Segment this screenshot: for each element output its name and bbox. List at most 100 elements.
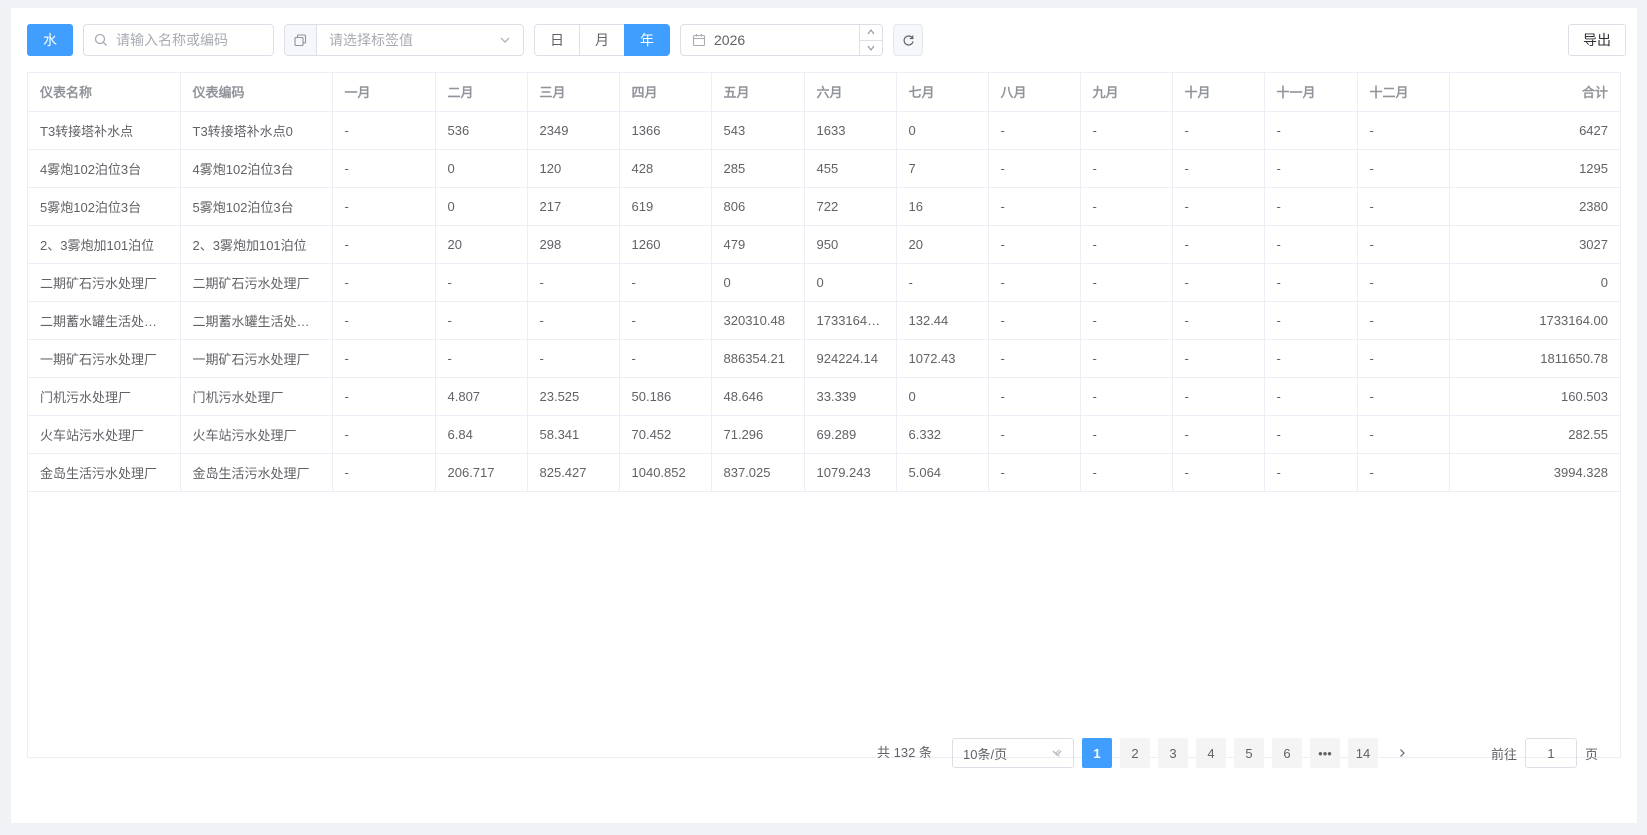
table-cell: - (1264, 149, 1358, 188)
year-increment-button[interactable] (860, 25, 882, 41)
table-row[interactable]: 4雾炮102泊位3台 4雾炮102泊位3台 -0 120 428 285 455 7- - - - -… (28, 149, 1620, 188)
table-cell: - (1357, 263, 1450, 302)
table-cell: 298 (527, 225, 620, 264)
table-cell: 0 (804, 263, 897, 302)
table-cell: 二期蓄水罐生活处理厂 (180, 301, 333, 340)
table-row[interactable]: 二期矿石污水处理厂 二期矿石污水处理厂 - - - -0 0- - - - - -0 (28, 263, 1620, 302)
table-cell: 320310.48 (711, 301, 805, 340)
type-water-button[interactable]: 水 (27, 24, 73, 56)
table-cell: - (988, 339, 1081, 378)
table-cell: - (332, 225, 436, 264)
table-cell: - (527, 301, 620, 340)
table-cell: - (1264, 263, 1358, 302)
table-cell: 132.44 (896, 301, 989, 340)
table-cell: - (1080, 415, 1173, 454)
table-row[interactable]: 一期矿石污水处理厂 一期矿石污水处理厂 - - - -886354.21 924224.14… (28, 339, 1620, 378)
column-header: 仪表名称 (28, 73, 181, 112)
table-cell: - (1080, 339, 1173, 378)
table-cell: 5雾炮102泊位3台 (28, 187, 181, 226)
tag-select[interactable]: 请选择标签值 (284, 24, 524, 56)
table-cell: 4雾炮102泊位3台 (28, 149, 181, 188)
table-cell: 886354.21 (711, 339, 805, 378)
table-row[interactable]: 火车站污水处理厂 火车站污水处理厂 -6.84 58.341 70.452 71.296 6… (28, 415, 1620, 454)
table-cell: - (1172, 263, 1265, 302)
more-pages-button[interactable]: ••• (1310, 738, 1340, 768)
period-year-button[interactable]: 年 (624, 24, 670, 56)
table-cell: 33.339 (804, 377, 897, 416)
table-cell: 1811650.78 (1449, 339, 1620, 378)
page-number-button[interactable]: 4 (1196, 738, 1226, 768)
table-cell: 金岛生活污水处理厂 (180, 453, 333, 492)
table-cell: - (1080, 187, 1173, 226)
table-cell: 1079.243 (804, 453, 897, 492)
table-cell: - (988, 111, 1081, 150)
column-header: 一月 (332, 73, 436, 112)
table-cell: 217 (527, 187, 620, 226)
table-cell: - (1357, 453, 1450, 492)
table-cell: 5雾炮102泊位3台 (180, 187, 333, 226)
table-cell: - (527, 263, 620, 302)
search-icon (94, 33, 107, 46)
page-number-button[interactable]: 5 (1234, 738, 1264, 768)
table-row[interactable]: 二期蓄水罐生活处理厂 二期蓄水罐生活处理厂 - - - -320310.48 1733164… (28, 301, 1620, 340)
table-cell: 二期蓄水罐生活处理厂 (28, 301, 181, 340)
table-row[interactable]: 金岛生活污水处理厂 金岛生活污水处理厂 -206.717 825.427 1040.85… (28, 453, 1620, 492)
period-month-button[interactable]: 月 (579, 24, 625, 56)
year-decrement-button[interactable] (860, 41, 882, 56)
table-cell: T3转接塔补水点 (28, 111, 181, 150)
table-cell: - (1080, 453, 1173, 492)
next-page-button[interactable] (1387, 738, 1417, 768)
page-number-button[interactable]: 1 (1082, 738, 1112, 768)
table-cell: 1733164.00 (1449, 301, 1620, 340)
copy-icon[interactable] (285, 25, 317, 55)
table-cell: 二期矿石污水处理厂 (180, 263, 333, 302)
export-button[interactable]: 导出 (1568, 24, 1626, 56)
pagination: 共 132 条 10条/页 1 2 3 4 5 6 ••• 14 前往 1 页 (11, 738, 1637, 768)
prev-page-button[interactable] (1043, 738, 1073, 768)
table-cell: 1040.852 (619, 453, 712, 492)
search-input[interactable]: 请输入名称或编码 (83, 24, 274, 56)
table-row[interactable]: 2、3雾炮加101泊位 2、3雾炮加101泊位 -20 298 1260 479 950 20… (28, 225, 1620, 264)
table-cell: 二期矿石污水处理厂 (28, 263, 181, 302)
table-cell: 50.186 (619, 377, 712, 416)
table-cell: 428 (619, 149, 712, 188)
refresh-button[interactable] (893, 24, 923, 56)
table-cell: 543 (711, 111, 805, 150)
goto-page-input[interactable]: 1 (1525, 738, 1578, 768)
table-cell: - (988, 187, 1081, 226)
table-cell: 一期矿石污水处理厂 (180, 339, 333, 378)
goto-page: 前往 1 页 (1491, 738, 1598, 768)
table-cell: 6.84 (435, 415, 528, 454)
table-cell: - (1264, 187, 1358, 226)
table-row[interactable]: 门机污水处理厂 门机污水处理厂 -4.807 23.525 50.186 48.646 33… (28, 377, 1620, 416)
table-cell: 5.064 (896, 453, 989, 492)
page-number-button[interactable]: 6 (1272, 738, 1302, 768)
table-cell: - (435, 301, 528, 340)
table-cell: 924224.14 (804, 339, 897, 378)
table-cell: 285 (711, 149, 805, 188)
page-number-button[interactable]: 2 (1120, 738, 1150, 768)
page-number-button[interactable]: 14 (1348, 738, 1378, 768)
column-header: 二月 (435, 73, 528, 112)
table-cell: - (619, 339, 712, 378)
table-cell: - (1080, 301, 1173, 340)
chevron-right-icon (1400, 749, 1405, 757)
table-cell: 16 (896, 187, 989, 226)
table-cell: - (1080, 263, 1173, 302)
table-cell: - (332, 415, 436, 454)
table-cell: - (988, 301, 1081, 340)
table-cell: 金岛生活污水处理厂 (28, 453, 181, 492)
table-cell: - (1264, 301, 1358, 340)
year-picker[interactable]: 2026 (680, 24, 883, 56)
page-number-button[interactable]: 3 (1158, 738, 1188, 768)
column-header: 十二月 (1357, 73, 1450, 112)
table-cell: - (988, 149, 1081, 188)
table-cell: - (1264, 339, 1358, 378)
period-day-button[interactable]: 日 (534, 24, 580, 56)
table-row[interactable]: 5雾炮102泊位3台 5雾炮102泊位3台 -0 217 619 806 722 16- - - -… (28, 187, 1620, 226)
table-cell: - (332, 453, 436, 492)
table-row[interactable]: T3转接塔补水点 T3转接塔补水点0-536 2349 1366 543 1633 0- - -… (28, 111, 1620, 150)
table-cell: 70.452 (619, 415, 712, 454)
table-cell: 2、3雾炮加101泊位 (28, 225, 181, 264)
table-cell: 206.717 (435, 453, 528, 492)
